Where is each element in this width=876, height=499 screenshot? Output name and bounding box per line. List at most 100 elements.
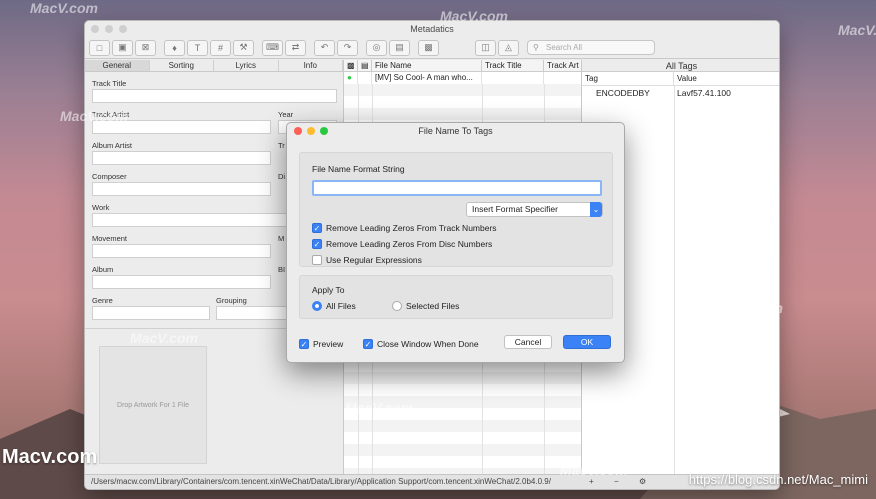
save-icon[interactable]: ▩ bbox=[418, 39, 439, 56]
album-field[interactable] bbox=[92, 275, 271, 289]
tag-icon[interactable]: ♦ bbox=[164, 39, 185, 56]
file-close-icon[interactable]: ⊠ bbox=[135, 39, 156, 56]
track-title-column-header[interactable]: Track Title bbox=[482, 60, 544, 71]
watermark: MacV.com bbox=[560, 462, 628, 478]
tag-row[interactable]: ENCODEDBY Lavf57.41.100 bbox=[582, 86, 779, 100]
composer-field[interactable] bbox=[92, 182, 271, 196]
album-label: Album bbox=[92, 265, 114, 274]
footer-watermark-right: https://blog.csdn.net/Mac_mimi bbox=[688, 472, 868, 487]
search-field[interactable]: ⚲ Search All bbox=[527, 40, 655, 55]
movement-number-label: M bbox=[278, 234, 285, 243]
dialog-minimize-button[interactable] bbox=[307, 127, 315, 135]
checkbox-empty-icon bbox=[312, 255, 322, 265]
checkmark-icon: ✓ bbox=[312, 223, 322, 233]
artwork-label: Drop Artwork For 1 File bbox=[117, 402, 189, 409]
doc-convert-icon[interactable]: ⇄ bbox=[285, 39, 306, 56]
format-string-label: File Name Format String bbox=[312, 164, 405, 174]
sidebar-left-icon[interactable]: ◫ bbox=[475, 39, 496, 56]
file-save-icon[interactable]: ▣ bbox=[112, 39, 133, 56]
watermark: MacV.com bbox=[838, 22, 876, 38]
globe-icon[interactable]: ◎ bbox=[366, 39, 387, 56]
preview-checkbox[interactable]: ✓ Preview bbox=[299, 339, 343, 349]
tag-column-header[interactable]: Tag bbox=[582, 72, 674, 85]
file-row[interactable]: ● [MV] So Cool- A man who... bbox=[344, 72, 581, 84]
file-name-column-header[interactable]: File Name bbox=[372, 60, 482, 71]
regex-label: Use Regular Expressions bbox=[326, 255, 422, 265]
footer-watermark-left: Macv.com bbox=[2, 446, 98, 468]
picture-icon[interactable]: ▤ bbox=[389, 39, 410, 56]
status-path: /Users/macw.com/Library/Containers/com.t… bbox=[91, 477, 551, 486]
all-files-radio[interactable]: All Files bbox=[312, 301, 356, 311]
file-name-cell: [MV] So Cool- A man who... bbox=[372, 72, 482, 84]
regex-checkbox[interactable]: Use Regular Expressions bbox=[312, 255, 422, 265]
remove-zeros-disc-checkbox[interactable]: ✓ Remove Leading Zeros From Disc Numbers bbox=[312, 239, 492, 249]
cancel-button[interactable]: Cancel bbox=[504, 335, 552, 349]
movement-label: Movement bbox=[92, 234, 128, 243]
tag-value-cell: Lavf57.41.100 bbox=[677, 88, 731, 98]
insert-specifier-label: Insert Format Specifier bbox=[472, 204, 558, 214]
watermark: MacV.com bbox=[690, 185, 758, 201]
tab-info[interactable]: Info bbox=[279, 60, 343, 71]
column-divider bbox=[674, 86, 675, 476]
status-bar: /Users/macw.com/Library/Containers/com.t… bbox=[85, 474, 779, 489]
window-title: Metadatics bbox=[410, 24, 454, 34]
number-icon[interactable]: # bbox=[210, 39, 231, 56]
row-artwork-cell bbox=[358, 72, 372, 84]
window-titlebar: Metadatics bbox=[85, 21, 779, 37]
track-artist-cell bbox=[544, 72, 581, 84]
radio-selected-icon bbox=[312, 301, 322, 311]
redo-icon[interactable]: ↷ bbox=[337, 39, 358, 56]
composer-label: Composer bbox=[92, 172, 127, 181]
year-label: Year bbox=[278, 110, 294, 119]
selected-files-label: Selected Files bbox=[406, 301, 460, 311]
gear-icon[interactable]: ⚙ bbox=[639, 475, 646, 489]
tab-sorting[interactable]: Sorting bbox=[150, 60, 214, 71]
apply-to-group: Apply To All Files Selected Files bbox=[299, 275, 613, 319]
file-icon[interactable]: □ bbox=[89, 39, 110, 56]
search-icon: ⚲ bbox=[533, 43, 539, 52]
close-when-done-label: Close Window When Done bbox=[377, 339, 479, 349]
tools-icon[interactable]: ⚒ bbox=[233, 39, 254, 56]
file-name-to-tags-dialog: File Name To Tags File Name Format Strin… bbox=[286, 122, 625, 363]
artwork-drop-zone[interactable]: Drop Artwork For 1 File bbox=[99, 346, 207, 464]
save-state-column-icon[interactable]: ▩ bbox=[344, 60, 358, 71]
artwork-column-icon[interactable]: ▤ bbox=[358, 60, 372, 71]
dialog-close-button[interactable] bbox=[294, 127, 302, 135]
dialog-title: File Name To Tags bbox=[418, 126, 493, 136]
disc-number-label: Di bbox=[278, 172, 286, 181]
minimize-window-button[interactable] bbox=[105, 25, 113, 33]
tab-lyrics[interactable]: Lyrics bbox=[214, 60, 279, 71]
tab-general[interactable]: General bbox=[85, 60, 150, 71]
insert-format-specifier-select[interactable]: Insert Format Specifier ⌄ bbox=[466, 202, 603, 217]
editor-tabs: General Sorting Lyrics Info bbox=[85, 60, 343, 72]
all-files-label: All Files bbox=[326, 301, 356, 311]
text-icon[interactable]: T bbox=[187, 39, 208, 56]
remove-zeros-disc-label: Remove Leading Zeros From Disc Numbers bbox=[326, 239, 493, 249]
selected-files-radio[interactable]: Selected Files bbox=[392, 301, 459, 311]
close-when-done-checkbox[interactable]: ✓ Close Window When Done bbox=[363, 339, 479, 349]
track-title-field[interactable] bbox=[92, 89, 337, 103]
format-string-input[interactable] bbox=[312, 180, 602, 196]
format-group: File Name Format String Insert Format Sp… bbox=[299, 152, 613, 267]
checkmark-icon: ✓ bbox=[363, 339, 373, 349]
dialog-zoom-button[interactable] bbox=[320, 127, 328, 135]
close-window-button[interactable] bbox=[91, 25, 99, 33]
genre-field[interactable] bbox=[92, 306, 210, 320]
zoom-window-button[interactable] bbox=[119, 25, 127, 33]
ok-button[interactable]: OK bbox=[563, 335, 611, 349]
value-column-header[interactable]: Value bbox=[674, 72, 697, 85]
undo-icon[interactable]: ↶ bbox=[314, 39, 335, 56]
album-artist-field[interactable] bbox=[92, 151, 271, 165]
watermark: MacV.com bbox=[345, 400, 413, 416]
toolbar: □ ▣ ⊠ ♦ T # ⚒ ⌨ ⇄ ↶ ↷ ◎ ▤ ▩ ◫ ◬ ⚲ Search… bbox=[85, 37, 779, 59]
watermark: MacV.com bbox=[440, 8, 508, 24]
keyboard-icon[interactable]: ⌨ bbox=[262, 39, 283, 56]
work-label: Work bbox=[92, 203, 110, 212]
remove-zeros-track-label: Remove Leading Zeros From Track Numbers bbox=[326, 223, 497, 233]
file-list-header: ▩ ▤ File Name Track Title Track Art bbox=[344, 60, 581, 72]
movement-field[interactable] bbox=[92, 244, 271, 258]
remove-zeros-track-checkbox[interactable]: ✓ Remove Leading Zeros From Track Number… bbox=[312, 223, 497, 233]
track-title-label: Track Title bbox=[92, 79, 127, 88]
track-artist-column-header[interactable]: Track Art bbox=[544, 60, 581, 71]
sidebar-right-icon[interactable]: ◬ bbox=[498, 39, 519, 56]
